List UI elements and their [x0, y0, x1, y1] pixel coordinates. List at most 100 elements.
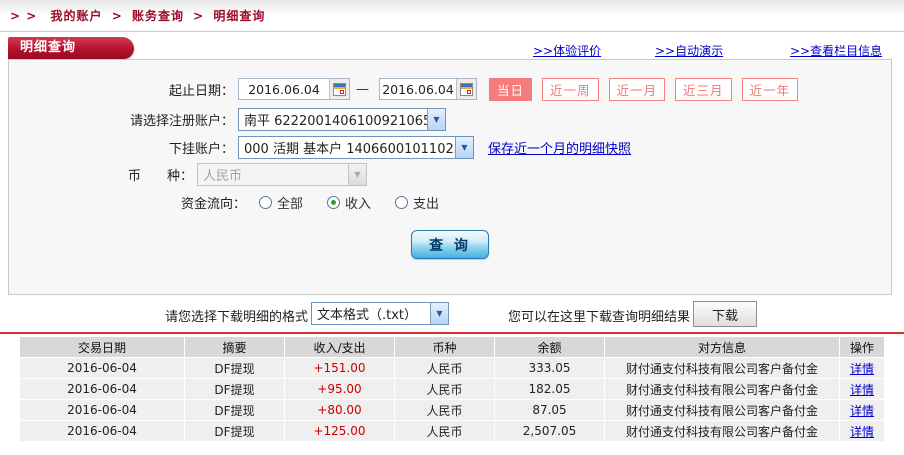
breadcrumb-detail-query[interactable]: 明细查询	[213, 9, 265, 23]
quick-range-month-button[interactable]: 近一月	[608, 77, 666, 101]
radio-all[interactable]	[259, 195, 272, 209]
breadcrumb-my-account[interactable]: 我的账户	[50, 9, 102, 23]
quick-range-3months-button[interactable]: 近三月	[675, 77, 732, 101]
quick-range-today-button[interactable]: 当日	[489, 77, 533, 101]
register-account-select[interactable]: 南平 6222001406100921065 灵通卡 ▼	[238, 107, 446, 131]
cell-balance: 333.05	[495, 358, 605, 378]
quick-range-year-button[interactable]: 近一年	[741, 77, 799, 101]
detail-link[interactable]: 详情	[850, 360, 874, 377]
detail-link[interactable]: 详情	[850, 381, 874, 398]
cell-summary: DF提现	[185, 379, 285, 399]
download-format-select[interactable]: 文本格式（.txt） ▼	[311, 302, 449, 325]
radio-income[interactable]	[327, 195, 341, 209]
cell-balance: 182.05	[495, 379, 605, 399]
download-format-label: 请您选择下载明细的格式	[165, 310, 309, 325]
radio-income-label[interactable]: 收入	[345, 193, 371, 212]
download-format-value: 文本格式（.txt）	[317, 308, 418, 323]
sub-account-value: 000 活期 基本户 1406600101102571848	[244, 141, 455, 157]
cell-currency: 人民币	[395, 400, 495, 420]
cell-date: 2016-06-04	[20, 421, 185, 441]
cell-counterparty: 财付通支付科技有限公司客户备付金	[605, 421, 840, 441]
query-button[interactable]: 查 询	[411, 230, 489, 259]
cell-counterparty: 财付通支付科技有限公司客户备付金	[605, 358, 840, 378]
link-view-column-info[interactable]: >>查看栏目信息	[790, 42, 882, 59]
end-date-input[interactable]: 2016.06.04	[379, 78, 477, 100]
chevron-down-icon: ▼	[427, 108, 445, 130]
save-snapshot-link[interactable]: 保存近一个月的明细快照	[488, 138, 631, 157]
header-balance: 余额	[495, 337, 605, 357]
cell-counterparty: 财付通支付科技有限公司客户备付金	[605, 400, 840, 420]
table-row: 2016-06-04 DF提现 +80.00 人民币 87.05 财付通支付科技…	[20, 400, 884, 420]
chevron-down-icon: ▼	[430, 303, 448, 324]
register-account-row: 请选择注册账户： 南平 6222001406100921065 灵通卡 ▼	[9, 107, 446, 131]
register-account-value: 南平 6222001406100921065 灵通卡	[244, 113, 427, 129]
results-table: 交易日期 摘要 收入/支出 币种 余额 对方信息 操作 2016-06-04 D…	[20, 337, 884, 442]
cell-date: 2016-06-04	[20, 358, 185, 378]
cell-date: 2016-06-04	[20, 400, 185, 420]
cell-amount: +151.00	[285, 358, 395, 378]
header-summary: 摘要	[185, 337, 285, 357]
header-currency: 币种	[395, 337, 495, 357]
calendar-icon[interactable]	[329, 79, 349, 99]
header-action: 操作	[849, 340, 874, 355]
sub-account-select[interactable]: 000 活期 基本户 1406600101102571848 ▼	[238, 135, 474, 159]
cell-summary: DF提现	[185, 358, 285, 378]
sub-account-label: 下挂账户：	[168, 141, 234, 157]
link-auto-demo[interactable]: >>自动演示	[655, 42, 723, 59]
flow-direction-row: 资金流向： 全部 收入 支出	[9, 190, 439, 214]
chevron-down-icon: ▼	[348, 163, 366, 185]
download-button[interactable]: 下载	[693, 301, 757, 327]
cell-balance: 87.05	[495, 400, 605, 420]
cell-date: 2016-06-04	[20, 379, 185, 399]
cell-balance: 2,507.05	[495, 421, 605, 441]
currency-select: 人民币 ▼	[197, 162, 367, 186]
calendar-glyph	[460, 82, 473, 96]
cell-amount: +95.00	[285, 379, 395, 399]
table-row: 2016-06-04 DF提现 +95.00 人民币 182.05 财付通支付科…	[20, 379, 884, 399]
red-divider	[0, 332, 904, 334]
cell-amount: +80.00	[285, 400, 395, 420]
header-amount: 收入/支出	[285, 337, 395, 357]
cell-counterparty: 财付通支付科技有限公司客户备付金	[605, 379, 840, 399]
quick-range-week-button[interactable]: 近一周	[542, 77, 599, 101]
flow-direction-label: 资金流向：	[180, 196, 246, 212]
query-form-panel: 起止日期： 2016.06.04 — 2016.06.04 当日 近一周 近一月…	[8, 59, 892, 295]
tab-detail-query[interactable]: 明细查询	[8, 37, 134, 59]
cell-summary: DF提现	[185, 400, 285, 420]
table-header-row: 交易日期 摘要 收入/支出 币种 余额 对方信息 操作	[20, 337, 884, 357]
calendar-icon[interactable]	[456, 79, 476, 99]
cell-summary: DF提现	[185, 421, 285, 441]
radio-expense[interactable]	[395, 195, 409, 209]
breadcrumb-separator: >	[111, 9, 123, 23]
breadcrumb-separator: >	[193, 9, 205, 23]
breadcrumb-account-query[interactable]: 账务查询	[132, 9, 184, 23]
detail-link[interactable]: 详情	[850, 423, 874, 440]
download-hint: 您可以在这里下载查询明细结果	[508, 310, 691, 325]
currency-value: 人民币	[203, 168, 243, 184]
link-experience-review[interactable]: >>体验评价	[533, 42, 601, 59]
start-date-input[interactable]: 2016.06.04	[238, 78, 350, 100]
sub-account-row: 下挂账户： 000 活期 基本户 1406600101102571848 ▼ 保…	[9, 135, 631, 159]
table-row: 2016-06-04 DF提现 +125.00 人民币 2,507.05 财付通…	[20, 421, 884, 441]
chevron-down-icon: ▼	[455, 136, 473, 158]
cell-amount: +125.00	[285, 421, 395, 441]
calendar-glyph	[333, 82, 346, 96]
radio-expense-label[interactable]: 支出	[413, 193, 439, 212]
cell-currency: 人民币	[395, 421, 495, 441]
currency-label: 币 种：	[127, 168, 193, 184]
divider-line	[0, 31, 904, 32]
detail-query-page: > > 我的账户 > 账务查询 > 明细查询 明细查询 >>体验评价 >>自动演…	[0, 0, 904, 455]
end-date-value: 2016.06.04	[382, 81, 454, 97]
radio-all-label[interactable]: 全部	[277, 193, 303, 212]
breadcrumb-prefix: > >	[10, 9, 38, 23]
cell-currency: 人民币	[395, 379, 495, 399]
date-range-label: 起止日期：	[168, 83, 234, 99]
breadcrumb: > > 我的账户 > 账务查询 > 明细查询	[10, 7, 265, 24]
table-row: 2016-06-04 DF提现 +151.00 人民币 333.05 财付通支付…	[20, 358, 884, 378]
header-date: 交易日期	[20, 337, 185, 357]
cell-currency: 人民币	[395, 358, 495, 378]
header-counterparty: 对方信息	[605, 337, 840, 357]
start-date-value: 2016.06.04	[248, 81, 320, 97]
date-range-dash: —	[356, 81, 369, 97]
detail-link[interactable]: 详情	[850, 402, 874, 419]
